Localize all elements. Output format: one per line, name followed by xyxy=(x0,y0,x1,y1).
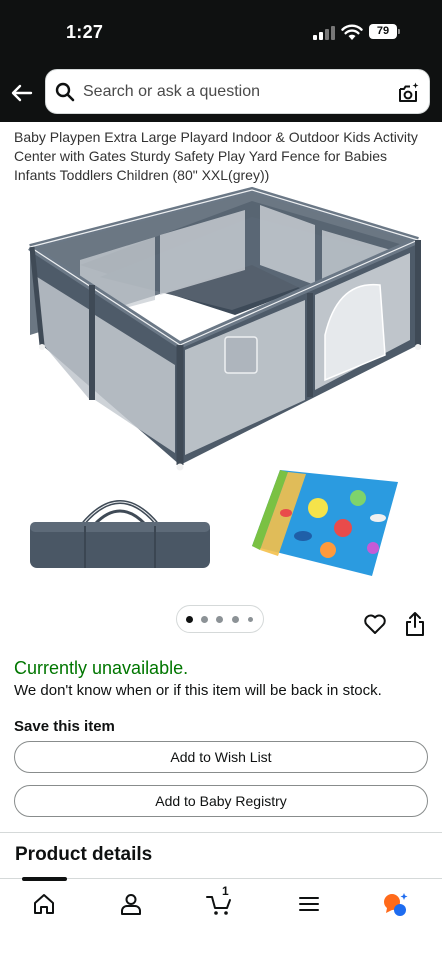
bottom-nav xyxy=(0,877,442,960)
playpen-image[interactable] xyxy=(20,185,425,475)
carousel-dot[interactable] xyxy=(216,616,223,623)
add-to-baby-registry-button[interactable]: Add to Baby Registry xyxy=(14,785,428,817)
carousel-dot[interactable] xyxy=(232,616,239,623)
add-to-wish-list-button[interactable]: Add to Wish List xyxy=(14,741,428,773)
play-mat-image[interactable] xyxy=(248,468,398,578)
heart-icon[interactable] xyxy=(363,612,387,636)
signal-icon xyxy=(313,26,335,40)
battery-tip xyxy=(398,29,400,34)
section-divider xyxy=(0,832,442,833)
image-carousel-dots[interactable] xyxy=(176,605,264,633)
back-arrow-icon[interactable] xyxy=(10,81,34,105)
search-bar[interactable] xyxy=(45,69,430,114)
wifi-icon xyxy=(341,24,363,40)
cart-icon[interactable] xyxy=(205,891,235,917)
account-icon[interactable] xyxy=(118,891,144,917)
search-input[interactable] xyxy=(83,80,383,104)
save-item-heading: Save this item xyxy=(14,718,115,735)
carry-bag-image[interactable] xyxy=(25,492,215,572)
share-icon[interactable] xyxy=(404,611,426,637)
availability-status: Currently unavailable. xyxy=(14,658,189,678)
rufus-assistant-icon[interactable] xyxy=(382,891,410,917)
carousel-dot[interactable] xyxy=(248,617,253,622)
product-title: Baby Playpen Extra Large Playard Indoor … xyxy=(14,129,418,183)
product-details-heading[interactable]: Product details xyxy=(15,844,152,866)
menu-icon[interactable] xyxy=(296,891,322,917)
search-icon xyxy=(55,82,75,102)
stock-note: We don't know when or if this item will … xyxy=(14,682,382,699)
carousel-dot[interactable] xyxy=(201,616,208,623)
cart-count-badge: 1 xyxy=(222,884,229,898)
home-icon[interactable] xyxy=(31,891,57,917)
carousel-dot[interactable] xyxy=(186,616,193,623)
status-time: 1:27 xyxy=(66,22,104,42)
status-bar: 1:27 79 xyxy=(0,0,442,64)
header xyxy=(0,64,442,122)
active-tab-indicator xyxy=(22,877,67,881)
battery-icon: 79 xyxy=(369,24,397,39)
camera-lens-icon[interactable] xyxy=(396,81,420,105)
